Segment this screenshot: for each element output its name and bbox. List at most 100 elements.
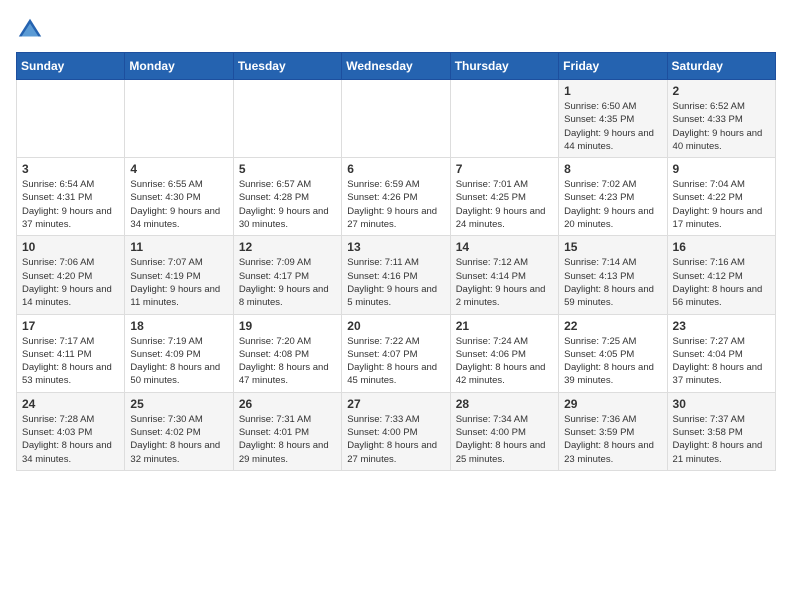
day-info: Sunrise: 7:31 AM Sunset: 4:01 PM Dayligh… — [239, 413, 336, 466]
day-info: Sunrise: 7:09 AM Sunset: 4:17 PM Dayligh… — [239, 256, 336, 309]
day-info: Sunrise: 6:50 AM Sunset: 4:35 PM Dayligh… — [564, 100, 661, 153]
calendar-cell: 18 Sunrise: 7:19 AM Sunset: 4:09 PM Dayli… — [125, 314, 233, 392]
calendar-cell — [17, 80, 125, 158]
day-info: Sunrise: 7:33 AM Sunset: 4:00 PM Dayligh… — [347, 413, 444, 466]
page-header — [16, 16, 776, 44]
weekday-header: Tuesday — [233, 53, 341, 80]
calendar-cell: 25 Sunrise: 7:30 AM Sunset: 4:02 PM Dayli… — [125, 392, 233, 470]
calendar-cell — [342, 80, 450, 158]
calendar-cell — [233, 80, 341, 158]
calendar-cell: 15 Sunrise: 7:14 AM Sunset: 4:13 PM Dayli… — [559, 236, 667, 314]
calendar-cell: 1 Sunrise: 6:50 AM Sunset: 4:35 PM Daylig… — [559, 80, 667, 158]
calendar-week-row: 10 Sunrise: 7:06 AM Sunset: 4:20 PM Dayli… — [17, 236, 776, 314]
day-info: Sunrise: 7:07 AM Sunset: 4:19 PM Dayligh… — [130, 256, 227, 309]
calendar-cell: 20 Sunrise: 7:22 AM Sunset: 4:07 PM Dayli… — [342, 314, 450, 392]
calendar-cell: 17 Sunrise: 7:17 AM Sunset: 4:11 PM Dayli… — [17, 314, 125, 392]
calendar-cell: 14Sunrise: 7:12 AM Sunset: 4:14 PM Dayli… — [450, 236, 558, 314]
day-info: Sunrise: 7:30 AM Sunset: 4:02 PM Dayligh… — [130, 413, 227, 466]
weekday-header: Saturday — [667, 53, 775, 80]
logo — [16, 16, 48, 44]
day-info: Sunrise: 6:57 AM Sunset: 4:28 PM Dayligh… — [239, 178, 336, 231]
day-info: Sunrise: 6:55 AM Sunset: 4:30 PM Dayligh… — [130, 178, 227, 231]
day-number: 9 — [673, 162, 770, 176]
calendar-cell: 10 Sunrise: 7:06 AM Sunset: 4:20 PM Dayli… — [17, 236, 125, 314]
day-number: 26 — [239, 397, 336, 411]
logo-icon — [16, 16, 44, 44]
day-info: Sunrise: 7:37 AM Sunset: 3:58 PM Dayligh… — [673, 413, 770, 466]
day-number: 25 — [130, 397, 227, 411]
day-number: 12 — [239, 240, 336, 254]
day-number: 5 — [239, 162, 336, 176]
day-info: Sunrise: 6:52 AM Sunset: 4:33 PM Dayligh… — [673, 100, 770, 153]
day-number: 7 — [456, 162, 553, 176]
calendar-cell: 2 Sunrise: 6:52 AM Sunset: 4:33 PM Daylig… — [667, 80, 775, 158]
day-number: 11 — [130, 240, 227, 254]
calendar-cell: 21 Sunrise: 7:24 AM Sunset: 4:06 PM Dayli… — [450, 314, 558, 392]
day-number: 28 — [456, 397, 553, 411]
day-info: Sunrise: 7:27 AM Sunset: 4:04 PM Dayligh… — [673, 335, 770, 388]
calendar-cell: 3Sunrise: 6:54 AM Sunset: 4:31 PM Daylig… — [17, 158, 125, 236]
day-info: Sunrise: 7:12 AM Sunset: 4:14 PM Dayligh… — [456, 256, 553, 309]
calendar-cell: 29 Sunrise: 7:36 AM Sunset: 3:59 PM Dayli… — [559, 392, 667, 470]
day-number: 22 — [564, 319, 661, 333]
weekday-header: Sunday — [17, 53, 125, 80]
calendar-cell: 24 Sunrise: 7:28 AM Sunset: 4:03 PM Dayli… — [17, 392, 125, 470]
weekday-header: Wednesday — [342, 53, 450, 80]
calendar-cell — [125, 80, 233, 158]
day-number: 16 — [673, 240, 770, 254]
calendar-cell — [450, 80, 558, 158]
day-number: 23 — [673, 319, 770, 333]
calendar-cell: 11 Sunrise: 7:07 AM Sunset: 4:19 PM Dayli… — [125, 236, 233, 314]
calendar-cell: 7 Sunrise: 7:01 AM Sunset: 4:25 PM Daylig… — [450, 158, 558, 236]
calendar-cell: 19Sunrise: 7:20 AM Sunset: 4:08 PM Dayli… — [233, 314, 341, 392]
calendar-cell: 16Sunrise: 7:16 AM Sunset: 4:12 PM Dayli… — [667, 236, 775, 314]
calendar-cell: 8 Sunrise: 7:02 AM Sunset: 4:23 PM Daylig… — [559, 158, 667, 236]
day-number: 21 — [456, 319, 553, 333]
day-number: 20 — [347, 319, 444, 333]
day-number: 2 — [673, 84, 770, 98]
calendar-week-row: 24 Sunrise: 7:28 AM Sunset: 4:03 PM Dayli… — [17, 392, 776, 470]
calendar-cell: 26 Sunrise: 7:31 AM Sunset: 4:01 PM Dayli… — [233, 392, 341, 470]
calendar-week-row: 1 Sunrise: 6:50 AM Sunset: 4:35 PM Daylig… — [17, 80, 776, 158]
day-number: 29 — [564, 397, 661, 411]
calendar-week-row: 17 Sunrise: 7:17 AM Sunset: 4:11 PM Dayli… — [17, 314, 776, 392]
day-number: 3 — [22, 162, 119, 176]
day-info: Sunrise: 7:06 AM Sunset: 4:20 PM Dayligh… — [22, 256, 119, 309]
day-number: 6 — [347, 162, 444, 176]
calendar-header-row: SundayMondayTuesdayWednesdayThursdayFrid… — [17, 53, 776, 80]
calendar-cell: 12 Sunrise: 7:09 AM Sunset: 4:17 PM Dayli… — [233, 236, 341, 314]
weekday-header: Thursday — [450, 53, 558, 80]
day-info: Sunrise: 7:28 AM Sunset: 4:03 PM Dayligh… — [22, 413, 119, 466]
calendar-cell: 28 Sunrise: 7:34 AM Sunset: 4:00 PM Dayli… — [450, 392, 558, 470]
calendar-cell: 30 Sunrise: 7:37 AM Sunset: 3:58 PM Dayli… — [667, 392, 775, 470]
day-info: Sunrise: 7:24 AM Sunset: 4:06 PM Dayligh… — [456, 335, 553, 388]
calendar-cell: 9Sunrise: 7:04 AM Sunset: 4:22 PM Daylig… — [667, 158, 775, 236]
day-info: Sunrise: 7:25 AM Sunset: 4:05 PM Dayligh… — [564, 335, 661, 388]
day-info: Sunrise: 7:34 AM Sunset: 4:00 PM Dayligh… — [456, 413, 553, 466]
calendar-week-row: 3Sunrise: 6:54 AM Sunset: 4:31 PM Daylig… — [17, 158, 776, 236]
day-info: Sunrise: 7:14 AM Sunset: 4:13 PM Dayligh… — [564, 256, 661, 309]
day-number: 15 — [564, 240, 661, 254]
day-number: 10 — [22, 240, 119, 254]
day-number: 17 — [22, 319, 119, 333]
day-info: Sunrise: 7:02 AM Sunset: 4:23 PM Dayligh… — [564, 178, 661, 231]
day-number: 4 — [130, 162, 227, 176]
day-number: 24 — [22, 397, 119, 411]
day-info: Sunrise: 7:36 AM Sunset: 3:59 PM Dayligh… — [564, 413, 661, 466]
day-info: Sunrise: 7:01 AM Sunset: 4:25 PM Dayligh… — [456, 178, 553, 231]
day-number: 18 — [130, 319, 227, 333]
calendar-cell: 5 Sunrise: 6:57 AM Sunset: 4:28 PM Daylig… — [233, 158, 341, 236]
day-number: 19 — [239, 319, 336, 333]
day-info: Sunrise: 7:22 AM Sunset: 4:07 PM Dayligh… — [347, 335, 444, 388]
day-number: 8 — [564, 162, 661, 176]
weekday-header: Friday — [559, 53, 667, 80]
day-number: 27 — [347, 397, 444, 411]
calendar-cell: 23 Sunrise: 7:27 AM Sunset: 4:04 PM Dayli… — [667, 314, 775, 392]
day-number: 1 — [564, 84, 661, 98]
day-number: 13 — [347, 240, 444, 254]
calendar-cell: 27 Sunrise: 7:33 AM Sunset: 4:00 PM Dayli… — [342, 392, 450, 470]
day-number: 30 — [673, 397, 770, 411]
day-info: Sunrise: 7:19 AM Sunset: 4:09 PM Dayligh… — [130, 335, 227, 388]
calendar-cell: 13Sunrise: 7:11 AM Sunset: 4:16 PM Dayli… — [342, 236, 450, 314]
day-info: Sunrise: 7:17 AM Sunset: 4:11 PM Dayligh… — [22, 335, 119, 388]
